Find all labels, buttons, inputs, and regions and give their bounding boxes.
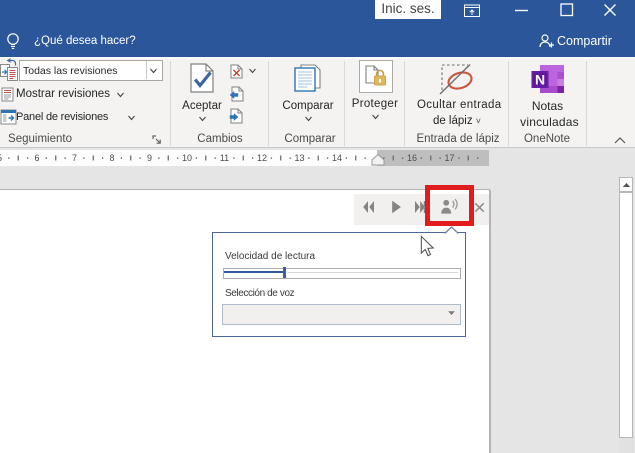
svg-text:11: 11 (220, 153, 229, 163)
svg-text:10: 10 (182, 153, 192, 163)
svg-text:17: 17 (444, 153, 454, 163)
svg-text:14: 14 (332, 153, 342, 163)
svg-text:9: 9 (147, 153, 152, 163)
svg-text:12: 12 (257, 153, 267, 163)
svg-text:13: 13 (294, 153, 304, 163)
svg-text:6: 6 (34, 153, 39, 163)
svg-text:16: 16 (407, 153, 417, 163)
svg-text:5: 5 (0, 153, 2, 163)
svg-text:7: 7 (72, 153, 77, 163)
svg-text:N: N (535, 72, 545, 88)
svg-text:8: 8 (109, 153, 114, 163)
